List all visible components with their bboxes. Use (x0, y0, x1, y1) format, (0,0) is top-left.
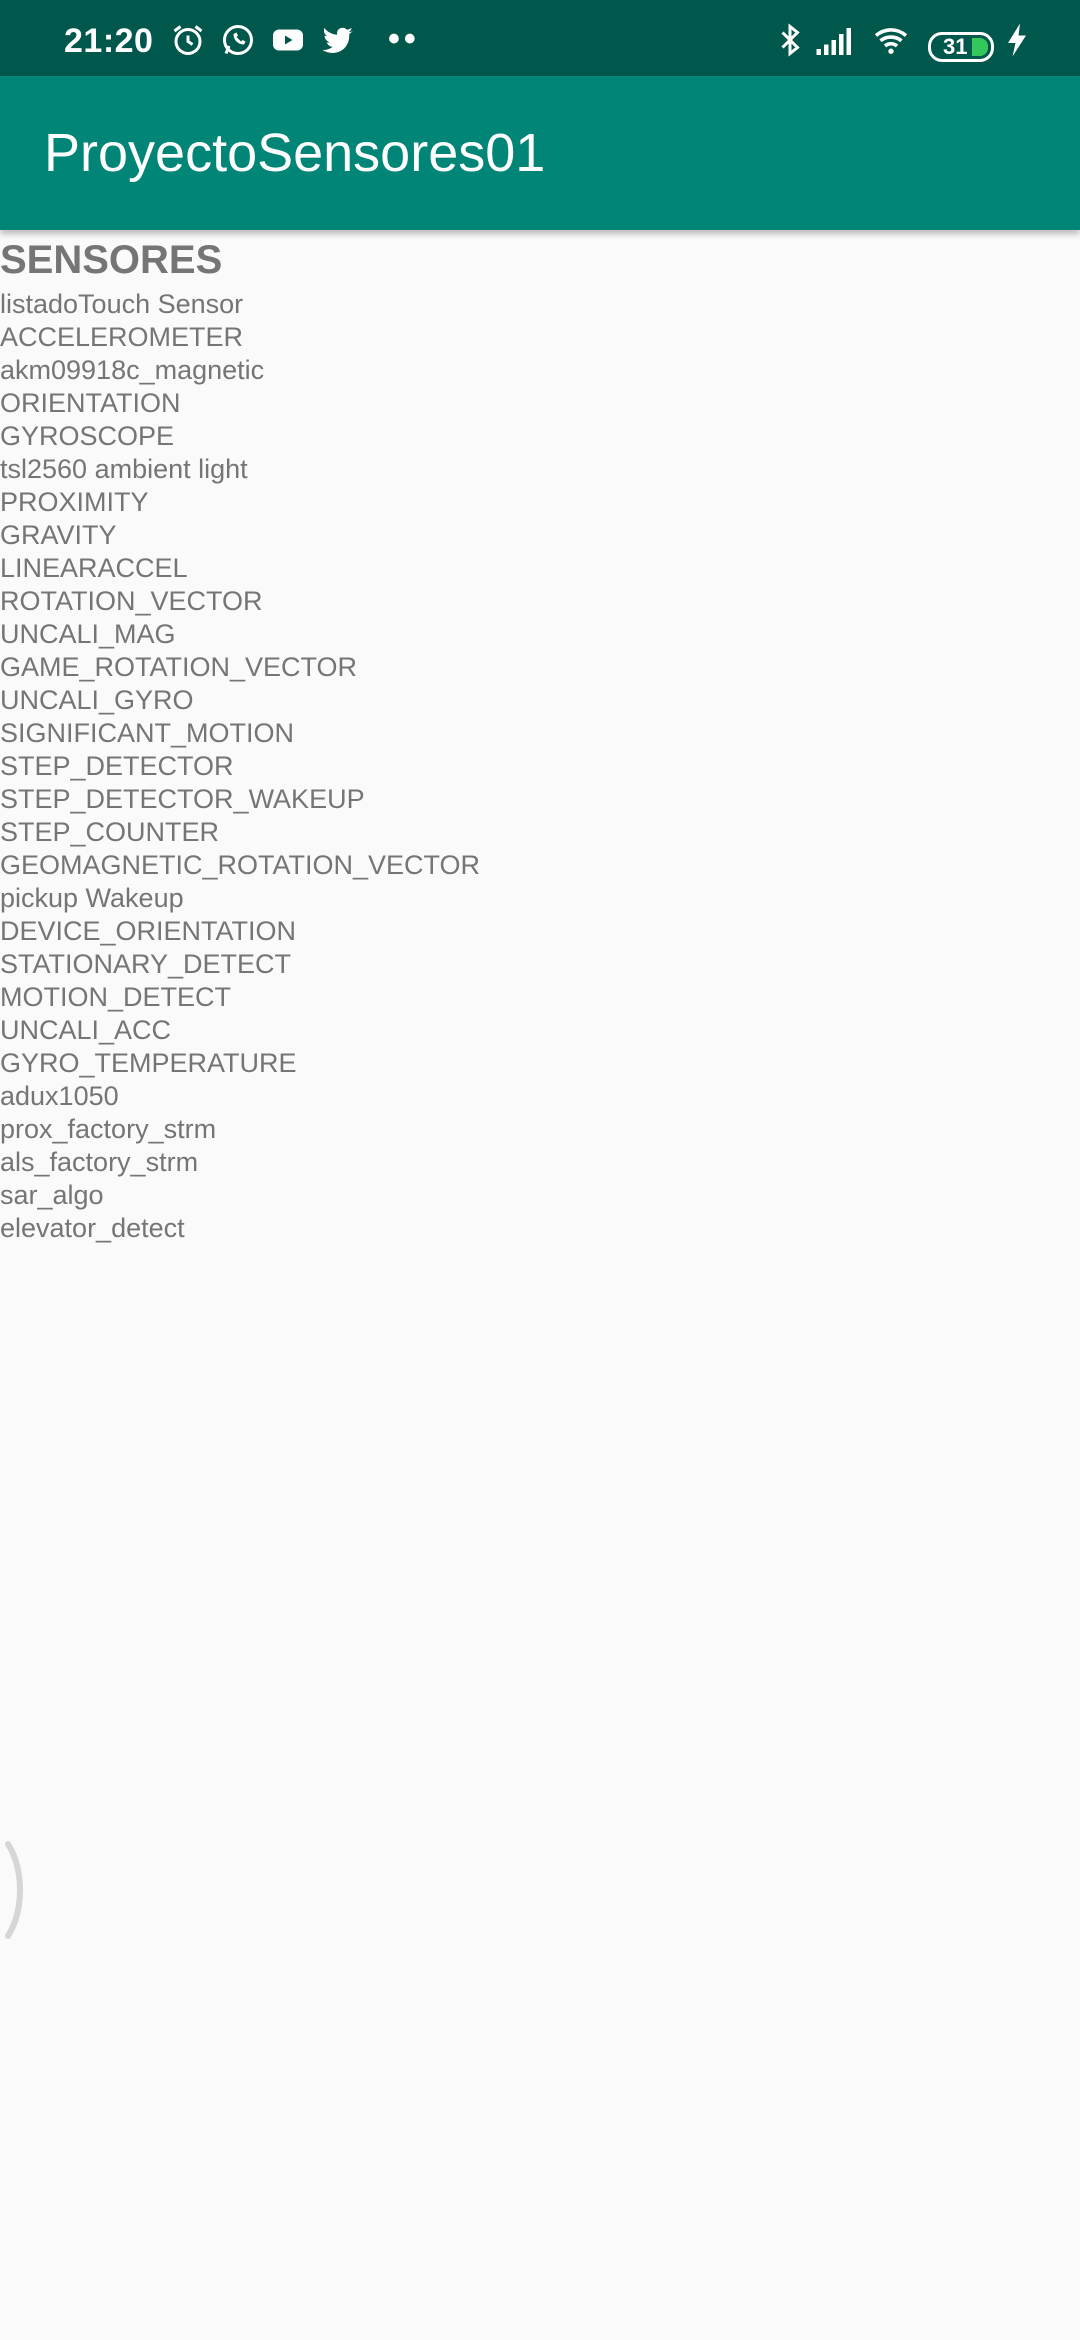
sensor-item: STEP_COUNTER (0, 817, 220, 847)
app-title: ProyectoSensores01 (44, 123, 546, 183)
charging-icon (1002, 22, 1032, 58)
sensor-item: SIGNIFICANT_MOTION (0, 718, 295, 748)
battery-level: 31 (943, 34, 968, 59)
sensor-item: UNCALI_GYRO (0, 685, 194, 715)
sensor-item: LINEARACCEL (0, 553, 188, 583)
sensor-item: elevator_detect (0, 1213, 185, 1243)
sensor-item: tsl2560 ambient light (0, 454, 248, 484)
whatsapp-icon (220, 22, 256, 58)
app-bar: ProyectoSensores01 (0, 76, 1080, 230)
sensor-item: ORIENTATION (0, 388, 181, 418)
bluetooth-icon (772, 22, 808, 58)
sensor-item: ACCELEROMETER (0, 322, 244, 352)
sensor-item: als_factory_strm (0, 1147, 199, 1177)
sensor-item: GAME_ROTATION_VECTOR (0, 652, 358, 682)
sensor-item: pickup Wakeup (0, 883, 184, 913)
sensor-item: GYROSCOPE (0, 421, 175, 451)
sensor-item: STATIONARY_DETECT (0, 949, 292, 979)
sensor-item: GEOMAGNETIC_ROTATION_VECTOR (0, 850, 481, 880)
status-bar: 21:20 •• 31 (0, 0, 1080, 76)
youtube-icon (270, 22, 306, 58)
sensor-item: PROXIMITY (0, 487, 149, 517)
content-area: SENSORES listadoTouch Sensor ACCELEROMET… (0, 232, 1080, 1245)
sensor-item: UNCALI_MAG (0, 619, 176, 649)
sensor-item: MOTION_DETECT (0, 982, 232, 1012)
alarm-icon (170, 22, 206, 58)
wifi-icon (870, 22, 912, 58)
sensor-list: listadoTouch Sensor ACCELEROMETER akm099… (0, 288, 1080, 1245)
sensor-item: adux1050 (0, 1081, 119, 1111)
sensor-item: UNCALI_ACC (0, 1015, 172, 1045)
sensor-item: prox_factory_strm (0, 1114, 217, 1144)
loading-indicator-icon (0, 1840, 30, 1940)
sensors-heading: SENSORES (0, 238, 223, 282)
sensor-item: STEP_DETECTOR_WAKEUP (0, 784, 365, 814)
battery-icon: 31 (928, 32, 994, 62)
sensor-item: GRAVITY (0, 520, 117, 550)
status-time: 21:20 (64, 22, 154, 60)
sensor-item: listadoTouch Sensor (0, 289, 244, 319)
sensor-item: GYRO_TEMPERATURE (0, 1048, 297, 1078)
twitter-icon (320, 22, 356, 58)
sensor-item: ROTATION_VECTOR (0, 586, 263, 616)
signal-icon (814, 22, 858, 58)
more-dots-icon: •• (388, 20, 420, 58)
sensor-item: DEVICE_ORIENTATION (0, 916, 297, 946)
sensor-item: akm09918c_magnetic (0, 355, 265, 385)
sensor-item: sar_algo (0, 1180, 104, 1210)
sensor-item: STEP_DETECTOR (0, 751, 234, 781)
